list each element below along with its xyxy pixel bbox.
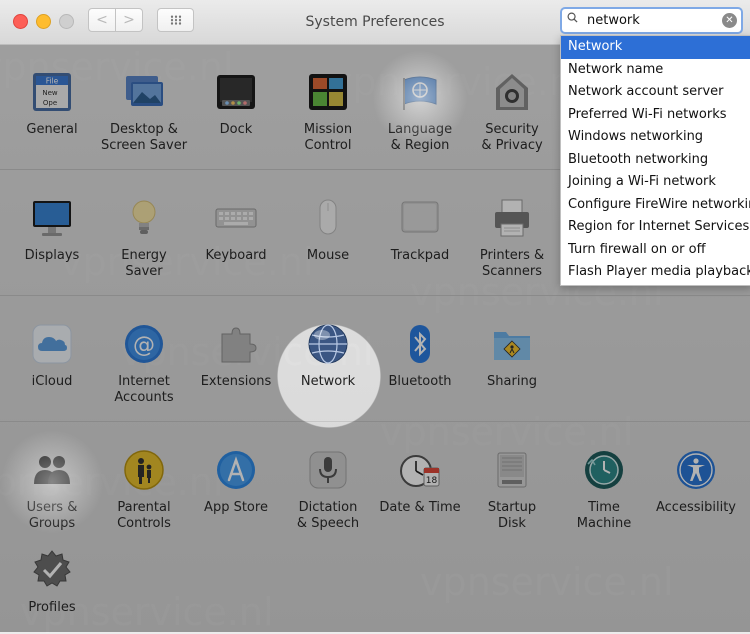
- show-all-button[interactable]: [157, 8, 194, 32]
- suggestion-item[interactable]: Network: [561, 36, 750, 59]
- suggestion-item[interactable]: Flash Player media playback: [561, 261, 750, 284]
- search-input[interactable]: [587, 11, 717, 30]
- suggestion-item[interactable]: Windows networking: [561, 126, 750, 149]
- search-field[interactable]: ✕: [560, 7, 743, 34]
- zoom-window-button[interactable]: [59, 14, 74, 29]
- suggestion-item[interactable]: Bluetooth networking: [561, 149, 750, 172]
- grid-icon: [169, 15, 182, 25]
- search-icon: [567, 12, 578, 23]
- chevron-right-icon: >: [123, 12, 135, 28]
- suggestion-item[interactable]: Region for Internet Services: [561, 216, 750, 239]
- spotlight-glow: [0, 430, 104, 534]
- search-suggestions-menu: Network Network name Network account serve…: [560, 35, 750, 286]
- clear-search-icon[interactable]: ✕: [722, 13, 737, 28]
- back-button[interactable]: <: [88, 8, 116, 32]
- minimize-window-button[interactable]: [36, 14, 51, 29]
- suggestion-item[interactable]: Configure FireWire networking: [561, 194, 750, 217]
- suggestion-item[interactable]: Preferred Wi-Fi networks: [561, 104, 750, 127]
- spotlight-glow: [372, 50, 468, 146]
- forward-button[interactable]: >: [115, 8, 143, 32]
- suggestion-item[interactable]: Joining a Wi-Fi network: [561, 171, 750, 194]
- suggestion-item[interactable]: Network account server: [561, 81, 750, 104]
- close-window-button[interactable]: [13, 14, 28, 29]
- suggestion-item[interactable]: Network name: [561, 59, 750, 82]
- window-title: System Preferences: [305, 14, 445, 30]
- chevron-left-icon: <: [96, 12, 108, 28]
- suggestion-item[interactable]: Turn firewall on or off: [561, 239, 750, 262]
